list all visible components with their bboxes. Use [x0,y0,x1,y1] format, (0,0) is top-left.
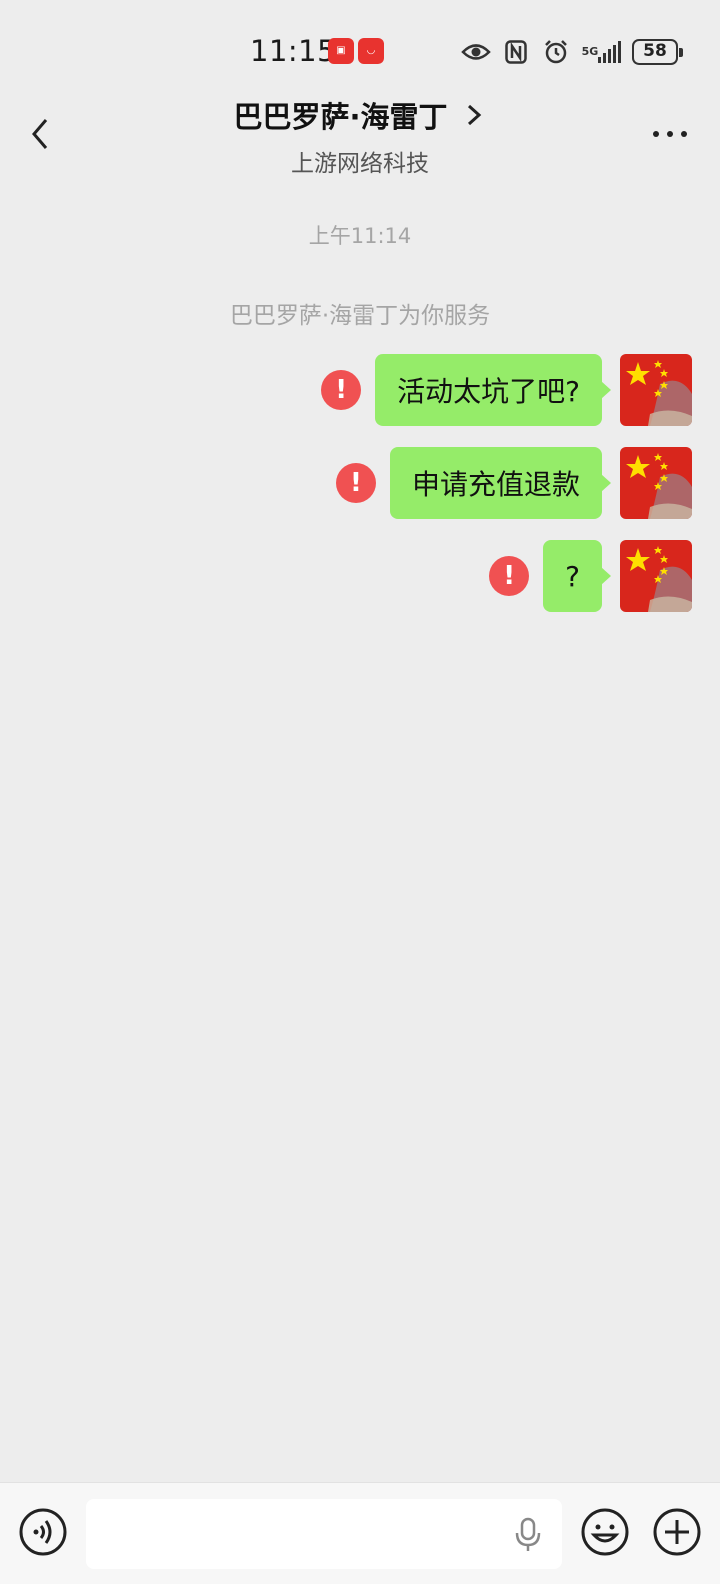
message-text: 活动太坑了吧? [397,375,580,408]
system-message: 巴巴罗萨·海雷丁为你服务 [229,303,491,329]
chevron-right-icon [467,104,481,126]
voice-button[interactable] [18,1507,68,1557]
avatar[interactable] [620,540,692,612]
chat-subtitle: 上游网络科技 [291,151,429,177]
chat-title[interactable]: 巴巴罗萨·海雷丁 [233,94,447,136]
message-row[interactable]: ! 活动太坑了吧? [321,354,692,426]
message-row[interactable]: ! 申请充值退款 [335,447,692,519]
battery-indicator: 58 [632,39,683,65]
shopping-app-icon: ◡ [358,38,384,64]
message-bubble[interactable]: 申请充值退款 [389,447,612,519]
message-row[interactable]: ! ? [489,540,692,612]
emoji-icon [581,1508,629,1556]
eye-icon [460,38,492,66]
message-timestamp: 上午11:14 [308,224,412,248]
flag-avatar-image [620,447,692,519]
chat-area[interactable]: 上午11:14 巴巴罗萨·海雷丁为你服务 ! 活动太坑了吧? ! 申请充值退款 [0,180,720,1480]
message-input[interactable] [86,1499,562,1569]
input-bar [0,1482,720,1584]
chat-header: 巴巴罗萨·海雷丁 上游网络科技 [0,84,720,180]
status-bar: 11:15 ▣ ◡ 5G 58 [0,0,720,84]
emoji-button[interactable] [580,1507,630,1557]
send-failed-icon[interactable]: ! [335,463,376,503]
avatar[interactable] [620,447,692,519]
status-time: 11:15 [250,34,337,68]
nfc-icon [500,38,532,66]
signal-icon: 5G [580,38,624,66]
message-text: ? [565,559,580,593]
microphone-button[interactable] [512,1517,544,1553]
plus-icon [653,1508,701,1556]
more-button[interactable] [650,120,690,148]
flag-avatar-image [620,540,692,612]
more-dots-icon [653,131,687,137]
title-area[interactable]: 巴巴罗萨·海雷丁 [0,94,720,136]
status-icons: 5G 58 [460,38,683,66]
send-failed-icon[interactable]: ! [321,370,362,410]
flag-avatar-image [620,354,692,426]
voice-icon [19,1508,67,1556]
plus-button[interactable] [652,1507,702,1557]
message-bubble[interactable]: 活动太坑了吧? [375,354,611,426]
message-bubble[interactable]: ? [543,540,611,612]
app-notification-icon: ▣ [328,38,354,64]
message-text: 申请充值退款 [411,468,580,501]
avatar[interactable] [620,354,692,426]
alarm-icon [540,38,572,66]
send-failed-icon[interactable]: ! [489,556,530,596]
microphone-icon [515,1517,541,1551]
